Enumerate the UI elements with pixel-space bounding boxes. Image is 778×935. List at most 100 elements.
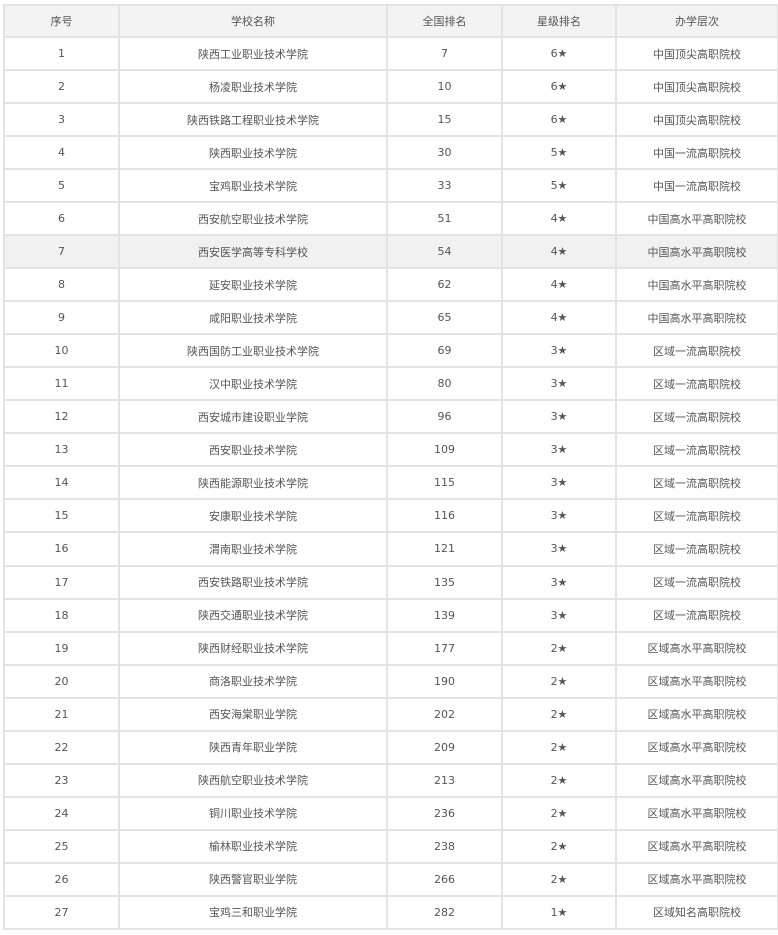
star-rank-cell: 4★ xyxy=(501,300,617,336)
star-rank-cell: 5★ xyxy=(501,135,617,171)
table-row: 2 杨凌职业技术学院 10 6★ 中国顶尖高职院校 xyxy=(3,69,778,105)
school-name-cell: 西安职业技术学院 xyxy=(118,432,388,468)
school-name-cell: 西安铁路职业技术学院 xyxy=(118,564,388,600)
school-level-cell: 区域一流高职院校 xyxy=(615,399,778,435)
index-cell: 23 xyxy=(3,762,120,798)
page: 序号 学校名称 全国排名 星级排名 办学层次 1 陕西工业职业技术学院 7 6★ 中国顶… xyxy=(0,0,778,935)
national-rank-cell: 65 xyxy=(386,300,503,336)
school-name-cell: 宝鸡三和职业学院 xyxy=(118,894,388,931)
star-rank-cell: 3★ xyxy=(501,531,617,567)
table-row: 21 西安海棠职业学院 202 2★ 区域高水平高职院校 xyxy=(3,696,778,732)
school-level-cell: 区域高水平高职院校 xyxy=(615,795,778,831)
star-rank-cell: 3★ xyxy=(501,333,617,369)
school-name-cell: 西安航空职业技术学院 xyxy=(118,201,388,237)
table-row: 1 陕西工业职业技术学院 7 6★ 中国顶尖高职院校 xyxy=(3,35,778,72)
school-level-cell: 区域高水平高职院校 xyxy=(615,861,778,897)
index-cell: 18 xyxy=(3,597,120,633)
star-rank-cell: 6★ xyxy=(501,35,617,72)
index-cell: 14 xyxy=(3,465,120,501)
table-row: 25 榆林职业技术学院 238 2★ 区域高水平高职院校 xyxy=(3,828,778,864)
national-rank-cell: 116 xyxy=(386,498,503,534)
table-row: 19 陕西财经职业技术学院 177 2★ 区域高水平高职院校 xyxy=(3,630,778,666)
star-rank-cell: 2★ xyxy=(501,663,617,699)
school-level-cell: 区域高水平高职院校 xyxy=(615,762,778,798)
table-row: 13 西安职业技术学院 109 3★ 区域一流高职院校 xyxy=(3,432,778,468)
index-cell: 22 xyxy=(3,729,120,765)
table-row: 3 陕西铁路工程职业技术学院 15 6★ 中国顶尖高职院校 xyxy=(3,102,778,138)
national-rank-cell: 177 xyxy=(386,630,503,666)
star-rank-cell: 2★ xyxy=(501,828,617,864)
school-name-cell: 陕西铁路工程职业技术学院 xyxy=(118,102,388,138)
index-cell: 6 xyxy=(3,201,120,237)
school-name-cell: 陕西国防工业职业技术学院 xyxy=(118,333,388,369)
school-level-cell: 中国一流高职院校 xyxy=(615,168,778,204)
school-name-cell: 安康职业技术学院 xyxy=(118,498,388,534)
star-rank-cell: 6★ xyxy=(501,69,617,105)
national-rank-cell: 15 xyxy=(386,102,503,138)
school-level-cell: 中国一流高职院校 xyxy=(615,135,778,171)
school-name-cell: 铜川职业技术学院 xyxy=(118,795,388,831)
table-row: 9 咸阳职业技术学院 65 4★ 中国高水平高职院校 xyxy=(3,300,778,336)
star-rank-cell: 6★ xyxy=(501,102,617,138)
index-cell: 26 xyxy=(3,861,120,897)
school-level-cell: 区域一流高职院校 xyxy=(615,366,778,402)
national-rank-cell: 202 xyxy=(386,696,503,732)
star-rank-cell: 4★ xyxy=(501,201,617,237)
index-cell: 3 xyxy=(3,102,120,138)
index-cell: 21 xyxy=(3,696,120,732)
school-level-cell: 中国高水平高职院校 xyxy=(615,300,778,336)
school-level-cell: 中国高水平高职院校 xyxy=(615,234,778,270)
index-cell: 13 xyxy=(3,432,120,468)
index-cell: 17 xyxy=(3,564,120,600)
school-name-cell: 咸阳职业技术学院 xyxy=(118,300,388,336)
table-row: 10 陕西国防工业职业技术学院 69 3★ 区域一流高职院校 xyxy=(3,333,778,369)
table-row: 24 铜川职业技术学院 236 2★ 区域高水平高职院校 xyxy=(3,795,778,831)
table-row: 17 西安铁路职业技术学院 135 3★ 区域一流高职院校 xyxy=(3,564,778,600)
table-row: 4 陕西职业技术学院 30 5★ 中国一流高职院校 xyxy=(3,135,778,171)
index-cell: 10 xyxy=(3,333,120,369)
school-level-cell: 区域一流高职院校 xyxy=(615,333,778,369)
school-name-cell: 延安职业技术学院 xyxy=(118,267,388,303)
school-name-cell: 杨凌职业技术学院 xyxy=(118,69,388,105)
table-row: 12 西安城市建设职业学院 96 3★ 区域一流高职院校 xyxy=(3,399,778,435)
index-cell: 25 xyxy=(3,828,120,864)
national-rank-cell: 54 xyxy=(386,234,503,270)
national-rank-cell: 10 xyxy=(386,69,503,105)
national-rank-cell: 213 xyxy=(386,762,503,798)
national-rank-cell: 236 xyxy=(386,795,503,831)
table-row: 5 宝鸡职业技术学院 33 5★ 中国一流高职院校 xyxy=(3,168,778,204)
school-name-cell: 陕西能源职业技术学院 xyxy=(118,465,388,501)
star-rank-cell: 2★ xyxy=(501,762,617,798)
index-cell: 8 xyxy=(3,267,120,303)
school-name-cell: 宝鸡职业技术学院 xyxy=(118,168,388,204)
index-cell: 5 xyxy=(3,168,120,204)
national-rank-cell: 109 xyxy=(386,432,503,468)
index-cell: 7 xyxy=(3,234,120,270)
table-row: 8 延安职业技术学院 62 4★ 中国高水平高职院校 xyxy=(3,267,778,303)
star-rank-cell: 5★ xyxy=(501,168,617,204)
index-cell: 19 xyxy=(3,630,120,666)
school-level-cell: 中国高水平高职院校 xyxy=(615,267,778,303)
school-level-cell: 区域高水平高职院校 xyxy=(615,663,778,699)
school-name-cell: 陕西航空职业技术学院 xyxy=(118,762,388,798)
star-rank-cell: 3★ xyxy=(501,597,617,633)
school-name-cell: 西安医学高等专科学校 xyxy=(118,234,388,270)
school-level-cell: 区域高水平高职院校 xyxy=(615,696,778,732)
school-name-cell: 榆林职业技术学院 xyxy=(118,828,388,864)
school-name-cell: 西安海棠职业学院 xyxy=(118,696,388,732)
index-cell: 24 xyxy=(3,795,120,831)
national-rank-cell: 51 xyxy=(386,201,503,237)
national-rank-cell: 30 xyxy=(386,135,503,171)
school-name-cell: 陕西青年职业学院 xyxy=(118,729,388,765)
national-rank-cell: 96 xyxy=(386,399,503,435)
school-level-cell: 中国顶尖高职院校 xyxy=(615,35,778,72)
national-rank-cell: 139 xyxy=(386,597,503,633)
index-cell: 11 xyxy=(3,366,120,402)
school-name-cell: 陕西警官职业学院 xyxy=(118,861,388,897)
national-rank-cell: 190 xyxy=(386,663,503,699)
index-cell: 9 xyxy=(3,300,120,336)
star-rank-cell: 3★ xyxy=(501,498,617,534)
school-level-cell: 区域知名高职院校 xyxy=(615,894,778,931)
star-rank-cell: 3★ xyxy=(501,432,617,468)
national-rank-cell: 80 xyxy=(386,366,503,402)
